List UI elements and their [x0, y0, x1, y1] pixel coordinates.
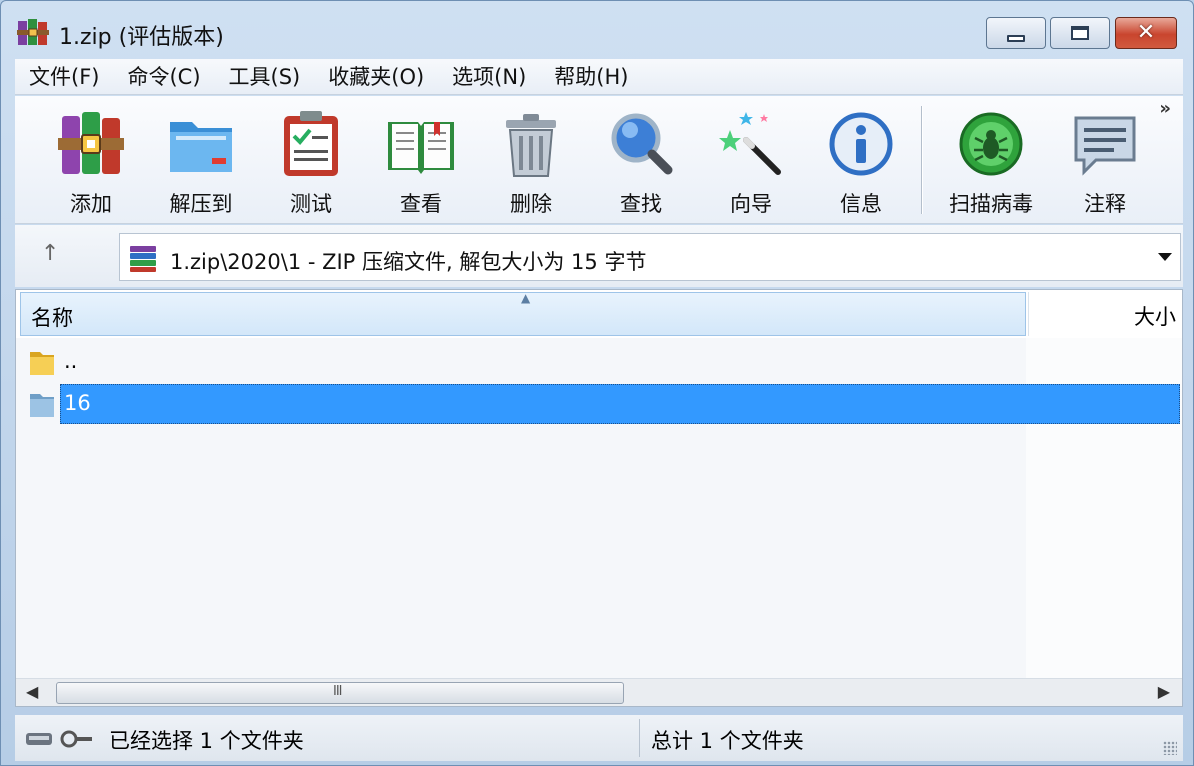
menu-file[interactable]: 文件(F): [15, 59, 113, 95]
toolbar-overflow-button[interactable]: »: [1159, 98, 1171, 119]
winrar-books-icon: [58, 112, 124, 174]
up-arrow-button[interactable]: ↑: [41, 241, 59, 266]
test-label: 测试: [290, 192, 332, 216]
menu-tools[interactable]: 工具(S): [215, 59, 315, 95]
folder-extract-icon: [170, 122, 232, 172]
horizontal-scrollbar[interactable]: ◀ III ▶: [16, 678, 1182, 706]
extract-to-label: 解压到: [169, 192, 233, 216]
toolbar-separator: [921, 106, 923, 214]
info-icon: [829, 112, 893, 176]
delete-button[interactable]: 删除: [481, 102, 581, 218]
virus-scan-label: 扫描病毒: [949, 192, 1033, 216]
delete-label: 删除: [510, 192, 552, 216]
find-label: 查找: [620, 192, 662, 216]
scroll-left-arrow[interactable]: ◀: [26, 682, 38, 701]
file-name: 16: [64, 391, 91, 415]
file-list[interactable]: ▲ 名称 大小 .. 16 ◀ III ▶: [15, 289, 1183, 707]
scrollbar-grip: III: [333, 684, 342, 699]
menu-bar: 文件(F) 命令(C) 工具(S) 收藏夹(O) 选项(N) 帮助(H): [15, 59, 1183, 95]
selection-highlight: [60, 384, 1180, 424]
sort-ascending-icon: ▲: [521, 291, 531, 305]
list-item[interactable]: ..: [20, 342, 1180, 382]
virus-scan-button[interactable]: 扫描病毒: [933, 102, 1049, 218]
address-path-text: 1.zip\2020\1 - ZIP 压缩文件, 解包大小为 15 字节: [170, 250, 647, 274]
close-icon: ✕: [1136, 20, 1156, 45]
trash-can-icon: [506, 114, 556, 177]
file-name: ..: [64, 349, 78, 373]
status-bar: 已经选择 1 个文件夹 总计 1 个文件夹: [15, 715, 1183, 761]
close-button[interactable]: ✕: [1115, 17, 1177, 49]
scroll-right-arrow[interactable]: ▶: [1158, 682, 1170, 701]
list-item-selected[interactable]: 16: [20, 384, 1180, 424]
folder-icon: [30, 394, 54, 417]
virus-scan-icon: [959, 112, 1023, 176]
open-book-icon: [388, 122, 454, 174]
comment-label: 注释: [1084, 192, 1126, 216]
column-header-size[interactable]: 大小: [1028, 292, 1182, 336]
window-title: 1.zip (评估版本): [59, 25, 224, 50]
menu-options[interactable]: 选项(N): [438, 59, 540, 95]
status-divider: [639, 719, 640, 757]
wizard-label: 向导: [730, 192, 772, 216]
menu-help[interactable]: 帮助(H): [540, 59, 642, 95]
comment-button[interactable]: 注释: [1055, 102, 1155, 218]
menu-commands[interactable]: 命令(C): [113, 59, 214, 95]
find-button[interactable]: 查找: [591, 102, 691, 218]
view-button[interactable]: 查看: [371, 102, 471, 218]
winrar-window: 1.zip (评估版本) ✕ 文件(F) 命令(C) 工具(S) 收藏夹(O) …: [0, 0, 1194, 766]
wizard-button[interactable]: 向导: [701, 102, 801, 218]
drive-key-icon: [26, 730, 92, 748]
info-button[interactable]: 信息: [811, 102, 911, 218]
winrar-app-icon: [17, 19, 49, 45]
chevron-down-icon[interactable]: [1158, 253, 1172, 261]
title-bar[interactable]: 1.zip (评估版本) ✕: [1, 1, 1193, 57]
address-path-field[interactable]: 1.zip\2020\1 - ZIP 压缩文件, 解包大小为 15 字节: [119, 233, 1181, 281]
maximize-icon: [1071, 26, 1089, 40]
status-total-text: 总计 1 个文件夹: [651, 729, 804, 753]
column-header-name[interactable]: ▲ 名称: [20, 291, 1026, 336]
test-button[interactable]: 测试: [261, 102, 361, 218]
column-name-label: 名称: [31, 306, 73, 330]
magnifier-icon: [611, 113, 673, 175]
column-size-label: 大小: [1134, 305, 1176, 329]
view-label: 查看: [400, 192, 442, 216]
add-button[interactable]: 添加: [41, 102, 141, 218]
extract-to-button[interactable]: 解压到: [151, 102, 251, 218]
address-bar: ↑ 1.zip\2020\1 - ZIP 压缩文件, 解包大小为 15 字节: [15, 225, 1183, 287]
resize-grip-icon[interactable]: [1163, 741, 1177, 755]
parent-folder-icon: [30, 352, 54, 375]
maximize-button[interactable]: [1050, 17, 1110, 49]
column-header-row: ▲ 名称 大小: [16, 290, 1182, 338]
status-selection-text: 已经选择 1 个文件夹: [109, 729, 304, 753]
clipboard-check-icon: [284, 111, 338, 176]
toolbar: 添加 解压到 测试 查看 删除 查找 向导 信息 扫描病毒 注释 »: [15, 96, 1183, 224]
magic-wand-icon: [719, 112, 781, 175]
zip-archive-icon: [130, 246, 156, 272]
minimize-icon: [1007, 34, 1025, 42]
info-label: 信息: [840, 192, 882, 216]
menu-favorites[interactable]: 收藏夹(O): [314, 59, 438, 95]
comment-icon: [1074, 116, 1136, 176]
scrollbar-thumb[interactable]: III: [56, 682, 624, 704]
add-label: 添加: [70, 192, 112, 216]
minimize-button[interactable]: [986, 17, 1046, 49]
